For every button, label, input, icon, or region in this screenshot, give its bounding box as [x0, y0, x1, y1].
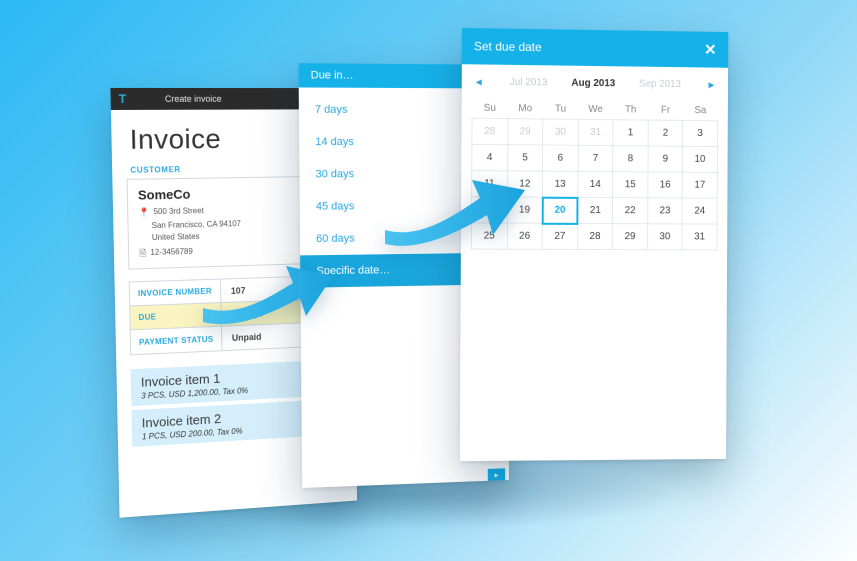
calendar-day[interactable]: 17: [682, 172, 717, 198]
month-next[interactable]: Sep 2013: [639, 78, 681, 89]
calendar-day[interactable]: 6: [543, 145, 578, 171]
field-value: Unpaid: [222, 332, 261, 343]
calendar-day[interactable]: 15: [613, 172, 648, 198]
calendar-day[interactable]: 31: [578, 119, 613, 145]
panel-header: Set due date ✕: [462, 28, 728, 68]
calendar-day[interactable]: 20: [542, 197, 577, 223]
calendar-day[interactable]: 1: [613, 120, 648, 146]
dow-label: We: [578, 100, 613, 120]
calendar-day[interactable]: 18: [471, 197, 507, 223]
calendar-day[interactable]: 7: [578, 145, 613, 171]
expand-icon[interactable]: ▸: [488, 468, 505, 481]
calendar-day[interactable]: 13: [542, 171, 577, 197]
calendar-grid: SuMoTuWeThFrSa 2829303112345678910111213…: [471, 99, 718, 251]
calendar-day[interactable]: 9: [648, 146, 683, 172]
calendar-day[interactable]: 11: [472, 171, 508, 197]
dow-label: Fr: [648, 101, 683, 121]
customer-tax: 12-3456789: [150, 245, 193, 258]
calendar-day[interactable]: 12: [507, 171, 542, 197]
field-value: 107: [221, 285, 246, 296]
topbar-title: Create invoice: [165, 94, 222, 104]
calendar-day[interactable]: 10: [683, 146, 718, 172]
calendar-day[interactable]: 25: [471, 223, 507, 249]
calendar-day[interactable]: 30: [647, 224, 682, 250]
month-prev[interactable]: Jul 2013: [510, 76, 548, 88]
calendar-day[interactable]: 16: [648, 172, 683, 198]
calendar-day[interactable]: 27: [542, 223, 577, 249]
calendar-day[interactable]: 8: [613, 146, 648, 172]
pin-icon: 📍: [138, 206, 150, 220]
calendar-day[interactable]: 5: [507, 145, 542, 171]
calendar-day[interactable]: 30: [543, 119, 578, 145]
dow-label: Sa: [683, 101, 718, 121]
calendar-day[interactable]: 21: [578, 197, 613, 223]
customer-addr3: United States: [152, 230, 200, 243]
calendar-day[interactable]: 4: [472, 144, 508, 170]
calendar-day[interactable]: 24: [682, 198, 717, 224]
field-label: INVOICE NUMBER: [130, 280, 222, 306]
calendar-day[interactable]: 29: [612, 224, 647, 250]
calendar-day[interactable]: 22: [613, 198, 648, 224]
month-navigator: ◂ Jul 2013 Aug 2013 Sep 2013 ▸: [462, 64, 728, 97]
calendar-day[interactable]: 2: [648, 120, 683, 146]
calendar-day[interactable]: 19: [507, 197, 542, 223]
calendar-day[interactable]: 14: [578, 171, 613, 197]
calendar-day[interactable]: 31: [682, 224, 717, 250]
prev-month-button[interactable]: ◂: [472, 72, 486, 90]
field-value: 30 days: [222, 308, 264, 319]
close-icon[interactable]: ✕: [704, 41, 716, 59]
calendar-day[interactable]: 28: [472, 118, 508, 144]
dow-label: Su: [472, 99, 508, 119]
next-month-button[interactable]: ▸: [705, 75, 719, 93]
calendar-panel: Set due date ✕ ◂ Jul 2013 Aug 2013 Sep 2…: [460, 28, 729, 461]
field-label: DUE: [130, 303, 222, 329]
dow-label: Tu: [543, 99, 578, 119]
calendar-day[interactable]: 28: [577, 223, 612, 249]
dow-label: Th: [613, 100, 648, 120]
calendar-day[interactable]: 3: [683, 120, 718, 146]
customer-addr1: 500 3rd Street: [153, 205, 203, 218]
calendar-day[interactable]: 26: [507, 223, 542, 249]
app-logo: T: [119, 91, 135, 107]
field-label: PAYMENT STATUS: [131, 327, 223, 355]
panel-title: Set due date: [474, 39, 542, 54]
calendar-day[interactable]: 29: [507, 119, 542, 145]
panel-title: Due in…: [311, 69, 354, 81]
doc-icon: 🗎: [139, 247, 147, 261]
calendar-day[interactable]: 23: [648, 198, 683, 224]
month-current: Aug 2013: [571, 77, 615, 89]
dow-label: Mo: [508, 99, 543, 119]
